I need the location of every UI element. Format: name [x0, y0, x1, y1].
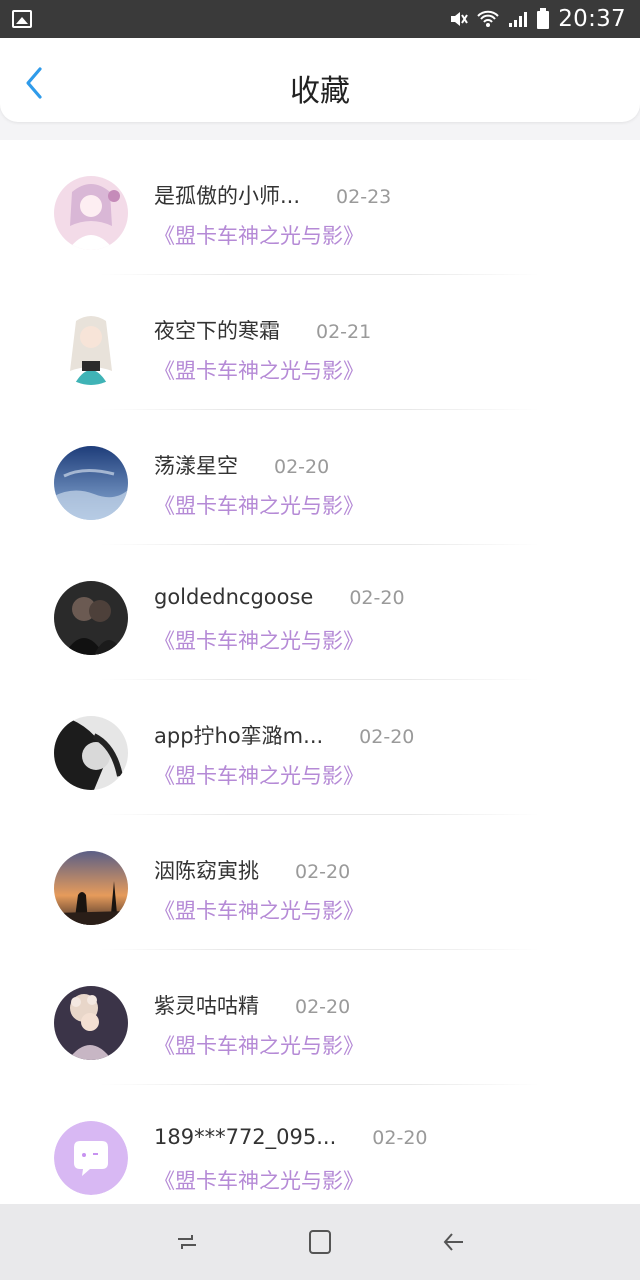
username-text: 洇陈窈寅挑 [154, 859, 259, 883]
date: 02-21 [316, 321, 372, 343]
list-item[interactable]: 紫灵咕咕精 02-20 《盟卡车神之光与影》 [0, 950, 640, 1085]
home-button[interactable] [300, 1222, 340, 1262]
avatar [54, 1121, 128, 1195]
username: 189***772_095... 02-20 [154, 1125, 428, 1149]
username: 是孤傲的小师... 02-23 [154, 180, 391, 210]
system-back-button[interactable] [433, 1222, 473, 1262]
date: 02-20 [295, 861, 351, 883]
username-text: 189***772_095... [154, 1125, 337, 1149]
book-title[interactable]: 《盟卡车神之光与影》 [154, 625, 364, 655]
date: 02-20 [274, 456, 330, 478]
date: 02-20 [295, 996, 351, 1018]
book-title[interactable]: 《盟卡车神之光与影》 [154, 220, 364, 250]
recent-apps-icon [177, 1235, 196, 1249]
username: 紫灵咕咕精 02-20 [154, 990, 350, 1020]
book-title[interactable]: 《盟卡车神之光与影》 [154, 355, 364, 385]
avatar [54, 581, 128, 655]
username: 荡漾星空 02-20 [154, 450, 329, 480]
mute-icon [448, 9, 469, 29]
home-icon [308, 1230, 331, 1254]
list-item[interactable]: 夜空下的寒霜 02-21 《盟卡车神之光与影》 [0, 275, 640, 410]
avatar [54, 176, 128, 250]
battery-icon [536, 8, 550, 30]
wifi-icon [476, 9, 500, 29]
back-arrow-icon [443, 1233, 464, 1251]
avatar [54, 851, 128, 925]
book-title[interactable]: 《盟卡车神之光与影》 [154, 490, 364, 520]
list-item[interactable]: 荡漾星空 02-20 《盟卡车神之光与影》 [0, 410, 640, 545]
system-nav-bar [0, 1204, 640, 1280]
avatar [54, 986, 128, 1060]
list-item[interactable]: app拧ho挛潞m... 02-20 《盟卡车神之光与影》 [0, 680, 640, 815]
header: 收藏 [0, 38, 640, 122]
date: 02-23 [336, 186, 392, 208]
username-text: 是孤傲的小师... [154, 184, 301, 208]
username: 洇陈窈寅挑 02-20 [154, 855, 350, 885]
status-time: 20:37 [558, 6, 626, 32]
username-text: 荡漾星空 [154, 454, 238, 478]
date: 02-20 [372, 1127, 428, 1149]
username-text: 紫灵咕咕精 [154, 994, 259, 1018]
username-text: app拧ho挛潞m... [154, 724, 324, 748]
favorites-list: 是孤傲的小师... 02-23 《盟卡车神之光与影》 夜空下的寒霜 02-21 《盟… [0, 140, 640, 1204]
username-text: 夜空下的寒霜 [154, 319, 280, 343]
status-bar: 20:37 [0, 0, 640, 38]
gallery-icon [12, 10, 32, 28]
list-item[interactable]: 是孤傲的小师... 02-23 《盟卡车神之光与影》 [0, 140, 640, 275]
username: app拧ho挛潞m... 02-20 [154, 720, 414, 750]
book-title[interactable]: 《盟卡车神之光与影》 [154, 1165, 364, 1195]
list-item[interactable]: 189***772_095... 02-20 《盟卡车神之光与影》 [0, 1085, 640, 1204]
avatar [54, 311, 128, 385]
avatar [54, 446, 128, 520]
book-title[interactable]: 《盟卡车神之光与影》 [154, 760, 364, 790]
recent-apps-button[interactable] [167, 1222, 207, 1262]
username-text: goldedncgoose [154, 585, 314, 609]
signal-icon [508, 10, 528, 28]
book-title[interactable]: 《盟卡车神之光与影》 [154, 895, 364, 925]
list-item[interactable]: 洇陈窈寅挑 02-20 《盟卡车神之光与影》 [0, 815, 640, 950]
page-title: 收藏 [290, 74, 350, 109]
book-title[interactable]: 《盟卡车神之光与影》 [154, 1030, 364, 1060]
list-item[interactable]: goldedncgoose 02-20 《盟卡车神之光与影》 [0, 545, 640, 680]
date: 02-20 [349, 587, 405, 609]
username: 夜空下的寒霜 02-21 [154, 315, 371, 345]
avatar [54, 716, 128, 790]
username: goldedncgoose 02-20 [154, 585, 405, 609]
date: 02-20 [359, 726, 415, 748]
